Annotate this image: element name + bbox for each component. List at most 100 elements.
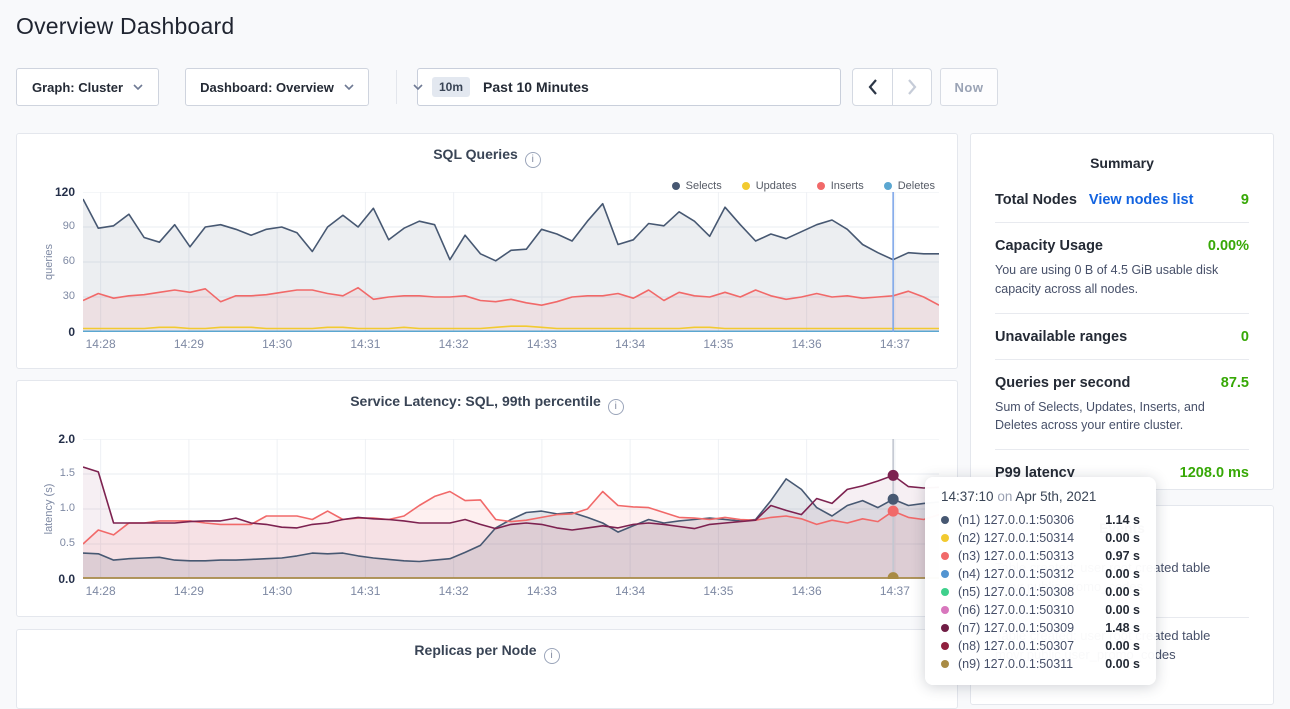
node-label: (n6) 127.0.0.1:50310	[958, 603, 1074, 617]
node-color-dot-icon	[941, 660, 949, 668]
legend-item[interactable]: Inserts	[817, 180, 864, 192]
node-color-dot-icon	[941, 588, 949, 596]
node-color-dot-icon	[941, 606, 949, 614]
summary-row: Unavailable ranges0	[995, 313, 1249, 359]
legend-dot-icon	[884, 182, 892, 190]
info-icon[interactable]: i	[608, 399, 624, 415]
x-axis-tick: 14:36	[792, 584, 822, 598]
info-icon[interactable]: i	[544, 648, 560, 664]
chevron-left-icon	[868, 79, 878, 95]
info-icon[interactable]: i	[525, 152, 541, 168]
tooltip-row: (n5) 127.0.0.1:503080.00 s	[941, 583, 1142, 601]
legend-dot-icon	[742, 182, 750, 190]
chevron-down-icon	[344, 84, 354, 90]
tooltip-row: (n2) 127.0.0.1:503140.00 s	[941, 529, 1142, 547]
tooltip-row: (n6) 127.0.0.1:50310 0.00 s	[941, 601, 1142, 619]
y-axis-label: queries	[43, 244, 55, 280]
time-range-dropdown[interactable]: 10m Past 10 Minutes	[417, 68, 841, 106]
x-axis-tick: 14:35	[703, 584, 733, 598]
legend-item[interactable]: Updates	[742, 180, 797, 192]
node-color-dot-icon	[941, 516, 949, 524]
summary-subtext: You are using 0 B of 4.5 GiB usable disk…	[995, 261, 1249, 299]
y-axis-tick: 0	[31, 325, 75, 339]
graph-dropdown-label: Graph: Cluster	[32, 80, 123, 95]
legend-item[interactable]: Selects	[672, 180, 722, 192]
x-axis-tick: 14:32	[439, 584, 469, 598]
summary-row: Capacity Usage 0.00% You are using 0 B of …	[995, 222, 1249, 313]
x-axis-tick: 14:35	[703, 337, 733, 351]
node-label: (n5) 127.0.0.1:50308	[958, 585, 1074, 599]
node-value: 0.00 s	[1105, 603, 1142, 617]
node-label: (n9) 127.0.0.1:50311	[958, 657, 1073, 671]
summary-row-main: Capacity Usage 0.00%	[995, 238, 1249, 254]
node-label: (n3) 127.0.0.1:50313	[958, 549, 1074, 563]
y-axis-tick: 120	[31, 185, 75, 199]
x-axis-tick: 14:33	[527, 584, 557, 598]
graph-dropdown[interactable]: Graph: Cluster	[16, 68, 159, 106]
cursor-series-dot	[888, 494, 899, 505]
node-value: 0.00 s	[1105, 639, 1142, 653]
summary-row: Total NodesView nodes list9	[995, 177, 1249, 222]
chart-title: SQL Queries	[433, 146, 518, 162]
node-color-dot-icon	[941, 570, 949, 578]
tooltip-row: (n1) 127.0.0.1:503061.14 s	[941, 511, 1142, 529]
chart-plot[interactable]	[83, 192, 939, 332]
next-time-button[interactable]	[892, 69, 931, 105]
node-value: 0.00 s	[1105, 531, 1142, 545]
summary-label: Capacity Usage	[995, 238, 1103, 254]
tooltip-row: (n7) 127.0.0.1:503091.48 s	[941, 619, 1142, 637]
node-color-dot-icon	[941, 534, 949, 542]
time-range-badge: 10m	[432, 77, 470, 97]
x-axis-tick: 14:28	[86, 337, 116, 351]
summary-value: 1208.0 ms	[1180, 465, 1249, 481]
tooltip-row: (n4) 127.0.0.1:503120.00 s	[941, 565, 1142, 583]
y-axis-tick: 30	[31, 290, 75, 302]
chart-title: Replicas per Node	[414, 642, 536, 658]
x-axis-tick: 14:37	[880, 584, 910, 598]
node-value: 1.14 s	[1105, 513, 1142, 527]
y-axis-tick: 90	[31, 220, 75, 232]
tooltip-row: (n9) 127.0.0.1:50311 0.00 s	[941, 655, 1142, 673]
chart-title: Service Latency: SQL, 99th percentile	[350, 393, 601, 409]
legend-item[interactable]: Deletes	[884, 180, 935, 192]
legend-dot-icon	[817, 182, 825, 190]
y-axis-label: latency (s)	[43, 484, 55, 535]
y-axis-tick: 2.0	[31, 432, 75, 446]
dashboard-dropdown[interactable]: Dashboard: Overview	[185, 68, 369, 106]
x-axis-tick: 14:33	[527, 337, 557, 351]
chevron-down-icon	[413, 84, 423, 90]
sql-queries-panel: SQL Queries i Selects Updates Inserts Delete…	[16, 133, 958, 369]
summary-title: Summary	[971, 155, 1273, 171]
tooltip-row: (n8) 127.0.0.1:503070.00 s	[941, 637, 1142, 655]
x-axis-tick: 14:30	[262, 584, 292, 598]
legend-label: Deletes	[898, 180, 935, 192]
summary-value: 0.00%	[1208, 238, 1249, 254]
x-axis-tick: 14:32	[439, 337, 469, 351]
cursor-series-dot	[888, 470, 899, 481]
node-color-dot-icon	[941, 552, 949, 560]
legend-label: Selects	[686, 180, 722, 192]
chart-plot[interactable]	[83, 439, 939, 579]
legend-dot-icon	[672, 182, 680, 190]
summary-row-main: Unavailable ranges0	[995, 329, 1249, 345]
node-value: 0.00 s	[1105, 657, 1142, 671]
chart-tooltip: 14:37:10 on Apr 5th, 2021 (n1) 127.0.0.1…	[925, 477, 1156, 685]
y-axis-tick: 0.5	[31, 537, 75, 549]
tooltip-timestamp: 14:37:10 on Apr 5th, 2021	[941, 489, 1142, 504]
summary-value: 9	[1241, 192, 1249, 208]
page-title: Overview Dashboard	[16, 13, 234, 40]
node-value: 0.97 s	[1105, 549, 1142, 563]
summary-row: Queries per second87.5Sum of Selects, Up…	[995, 359, 1249, 450]
x-axis-tick: 14:28	[86, 584, 116, 598]
node-value: 0.00 s	[1105, 567, 1142, 581]
prev-time-button[interactable]	[853, 69, 892, 105]
x-axis-tick: 14:34	[615, 337, 645, 351]
view-nodes-link[interactable]: View nodes list	[1089, 192, 1194, 208]
node-color-dot-icon	[941, 624, 949, 632]
chevron-down-icon	[133, 84, 143, 90]
replicas-per-node-panel: Replicas per Node i	[16, 629, 958, 709]
chevron-right-icon	[907, 79, 917, 95]
summary-label: Unavailable ranges	[995, 329, 1127, 345]
now-button[interactable]: Now	[940, 68, 998, 106]
legend-label: Updates	[756, 180, 797, 192]
